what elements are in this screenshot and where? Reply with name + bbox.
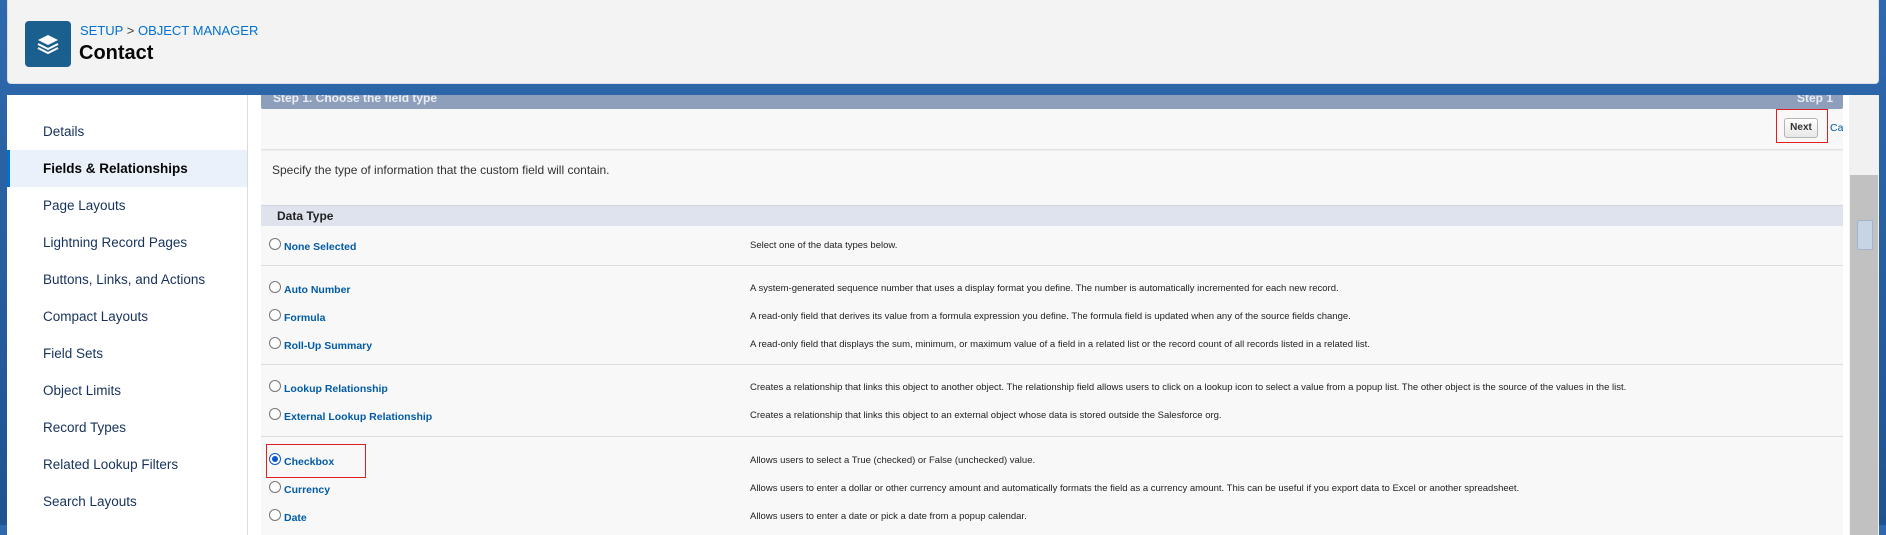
instruction-row: Specify the type of information that the… — [261, 150, 1843, 192]
option-description: Creates a relationship that links this o… — [750, 382, 1627, 393]
step-count: Step 1 — [1796, 95, 1833, 105]
data-type-header: Data Type — [261, 205, 1843, 226]
sidebar-item-details[interactable]: Details — [7, 113, 247, 150]
collapse-handle-icon[interactable] — [1857, 220, 1873, 250]
section-gap — [261, 191, 1843, 205]
option-label[interactable]: Roll-Up Summary — [284, 340, 372, 352]
radio-none-selected[interactable] — [269, 238, 281, 250]
layers-icon — [25, 21, 71, 67]
data-type-title: Data Type — [277, 209, 334, 223]
option-label[interactable]: Date — [284, 512, 307, 524]
radio-formula[interactable] — [269, 309, 281, 321]
option-description: Allows users to select a True (checked) … — [750, 455, 1036, 466]
data-type-list: None Selected Select one of the data typ… — [261, 226, 1843, 535]
option-description: Select one of the data types below. — [750, 240, 898, 251]
radio-external-lookup-relationship[interactable] — [269, 408, 281, 420]
option-label[interactable]: Auto Number — [284, 284, 351, 296]
sidebar-item-search-layouts[interactable]: Search Layouts — [7, 483, 247, 520]
sidebar-item-page-layouts[interactable]: Page Layouts — [7, 187, 247, 224]
option-description: A system-generated sequence number that … — [750, 283, 1339, 294]
option-description: A read-only field that derives its value… — [750, 311, 1351, 322]
radio-lookup-relationship[interactable] — [269, 380, 281, 392]
sidebar-item-field-sets[interactable]: Field Sets — [7, 335, 247, 372]
vertical-scrollbar[interactable] — [1849, 95, 1879, 535]
step-bar: Step 1. Choose the field type Step 1 — [261, 95, 1843, 109]
sidebar-item-object-limits[interactable]: Object Limits — [7, 372, 247, 409]
option-label[interactable]: Lookup Relationship — [284, 383, 388, 395]
option-label[interactable]: Checkbox — [284, 456, 334, 468]
option-label[interactable]: Currency — [284, 484, 330, 496]
radio-roll-up-summary[interactable] — [269, 337, 281, 349]
breadcrumb-setup[interactable]: SETUP — [80, 23, 123, 38]
cancel-link[interactable]: Cancel — [1830, 122, 1843, 134]
radio-date[interactable] — [269, 509, 281, 521]
sidebar-item-compact-layouts[interactable]: Compact Layouts — [7, 298, 247, 335]
step-title: Step 1. Choose the field type — [273, 95, 438, 105]
sidebar-item-related-lookup-filters[interactable]: Related Lookup Filters — [7, 446, 247, 483]
sidebar-item-lightning-record-pages[interactable]: Lightning Record Pages — [7, 224, 247, 261]
breadcrumb-separator: > — [126, 23, 135, 38]
sidebar-item-record-types[interactable]: Record Types — [7, 409, 247, 446]
instruction-text: Specify the type of information that the… — [272, 163, 610, 177]
group-divider — [261, 265, 1843, 266]
breadcrumb: SETUP > OBJECT MANAGER — [80, 23, 258, 38]
option-description: Creates a relationship that links this o… — [750, 410, 1222, 421]
option-description: Allows users to enter a date or pick a d… — [750, 511, 1027, 522]
option-description: Allows users to enter a dollar or other … — [750, 483, 1520, 494]
option-description: A read-only field that displays the sum,… — [750, 339, 1370, 350]
radio-checkbox[interactable] — [269, 453, 281, 465]
option-label[interactable]: External Lookup Relationship — [284, 411, 432, 423]
group-divider — [261, 364, 1843, 365]
option-label[interactable]: None Selected — [284, 241, 356, 253]
content-panel: Step 1. Choose the field type Step 1 Nex… — [248, 95, 1879, 535]
group-divider — [261, 436, 1843, 437]
breadcrumb-object-manager[interactable]: OBJECT MANAGER — [138, 23, 258, 38]
field-type-wizard: Step 1. Choose the field type Step 1 Nex… — [261, 95, 1843, 535]
sidebar-item-fields-relationships[interactable]: Fields & Relationships — [7, 150, 247, 187]
sidebar: Details Fields & Relationships Page Layo… — [7, 95, 248, 535]
page-title: Contact — [79, 42, 154, 64]
object-header: SETUP > OBJECT MANAGER Contact — [7, 0, 1879, 84]
radio-currency[interactable] — [269, 481, 281, 493]
radio-auto-number[interactable] — [269, 281, 281, 293]
option-label[interactable]: Formula — [284, 312, 325, 324]
next-button[interactable]: Next — [1784, 118, 1818, 138]
sidebar-item-buttons-links-actions[interactable]: Buttons, Links, and Actions — [7, 261, 247, 298]
button-row: Next Cancel — [261, 109, 1843, 150]
